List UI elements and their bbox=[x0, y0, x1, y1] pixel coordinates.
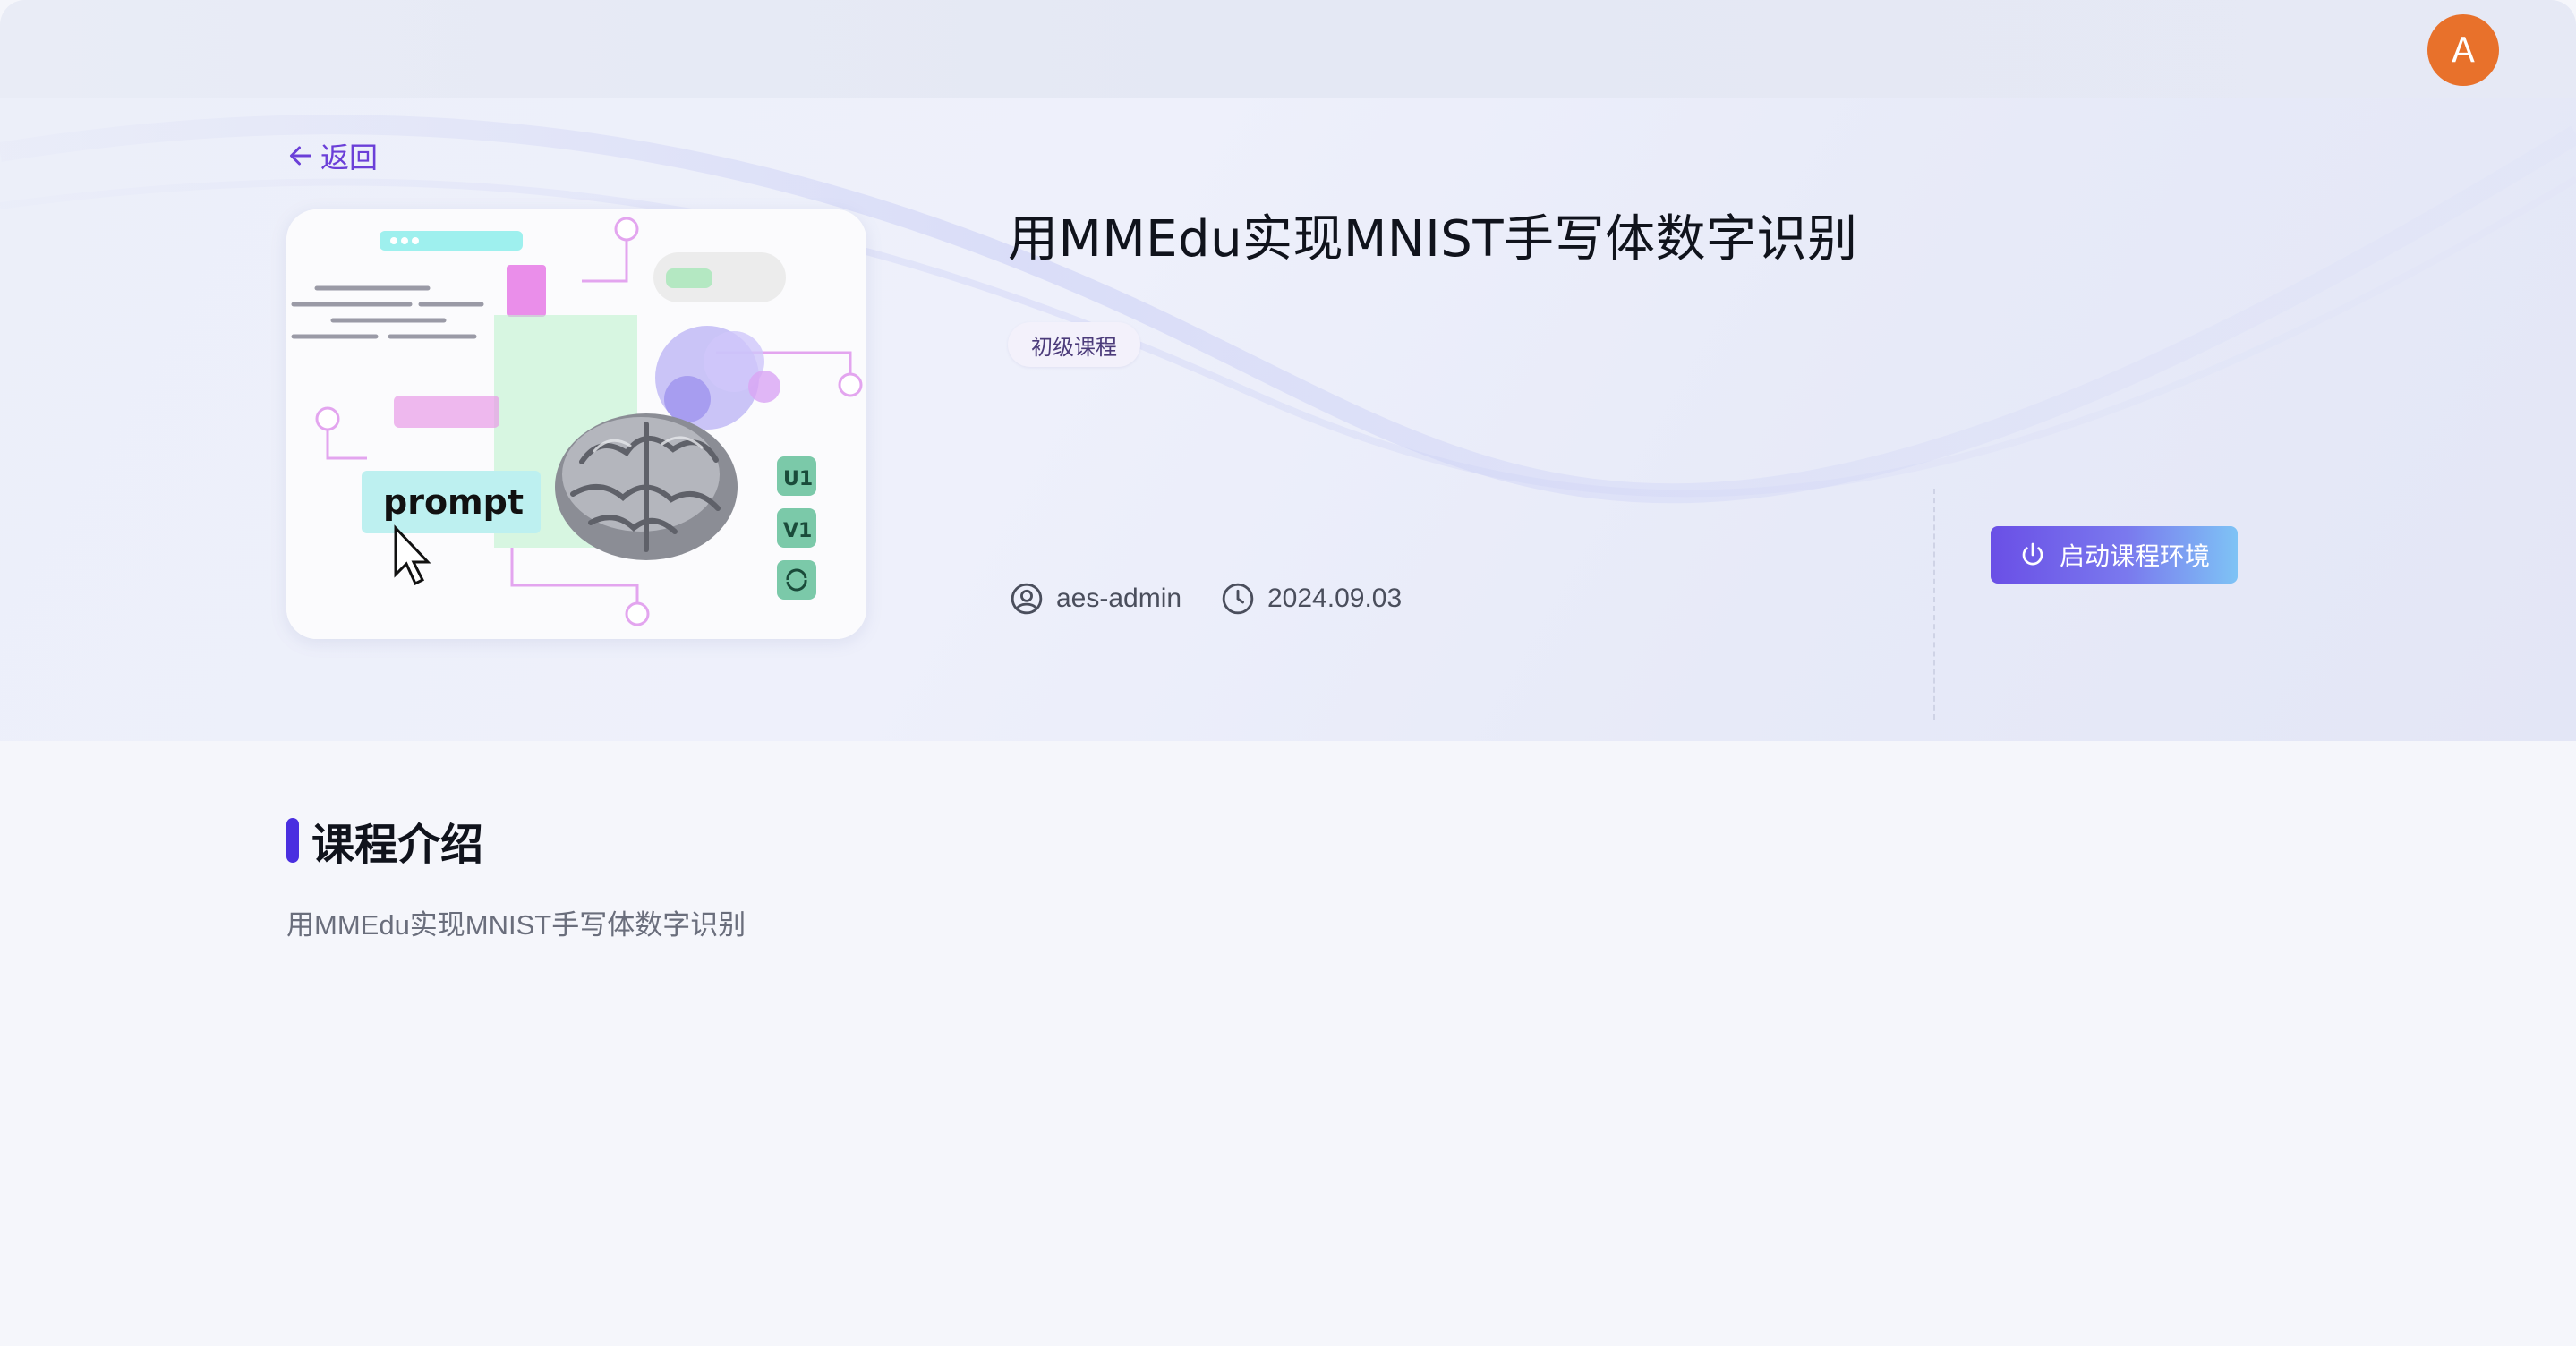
cover-prompt-text: prompt bbox=[383, 482, 524, 522]
top-bar: A bbox=[0, 0, 2576, 98]
power-icon bbox=[2022, 542, 2043, 566]
intro-description: 用MMEdu实现MNIST手写体数字识别 bbox=[286, 909, 746, 941]
back-link[interactable]: 返回 bbox=[285, 136, 378, 175]
arrow-left-icon bbox=[290, 146, 311, 166]
vertical-divider bbox=[1933, 489, 1935, 720]
user-circle-icon bbox=[1011, 583, 1043, 615]
back-label: 返回 bbox=[320, 141, 379, 174]
start-button-label: 启动课程环境 bbox=[2059, 542, 2210, 570]
section-accent-bar bbox=[286, 818, 299, 863]
user-avatar[interactable]: A bbox=[2427, 14, 2499, 86]
cover-badge-v1: V1 bbox=[783, 520, 812, 542]
author-name: aes-admin bbox=[1056, 584, 1182, 613]
course-level-tag: 初级课程 bbox=[1008, 322, 1140, 367]
course-hero: 返回 prompt U1 V1 用MMEdu实现MNIST手写体数字识别 初级课… bbox=[0, 98, 2576, 741]
course-author: aes-admin bbox=[1010, 582, 1181, 616]
course-date: 2024.09.03 bbox=[1221, 582, 1402, 616]
date-value: 2024.09.03 bbox=[1267, 584, 1403, 613]
cover-badge-u1: U1 bbox=[783, 468, 813, 490]
course-cover-image: prompt U1 V1 bbox=[286, 209, 866, 639]
clock-icon bbox=[1222, 583, 1254, 615]
course-title: 用MMEdu实现MNIST手写体数字识别 bbox=[1008, 210, 1858, 268]
intro-heading: 课程介绍 bbox=[311, 822, 484, 869]
start-course-environment-button[interactable]: 启动课程环境 bbox=[1991, 526, 2238, 584]
intro-section-header: 课程介绍 bbox=[286, 809, 483, 872]
